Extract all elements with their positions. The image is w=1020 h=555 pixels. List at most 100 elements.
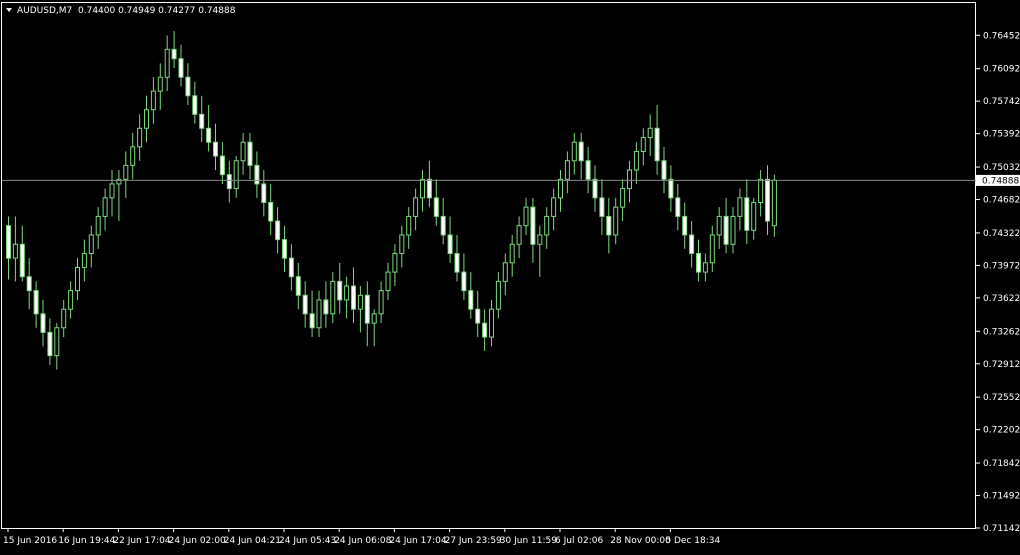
candle-body-68 <box>475 308 481 324</box>
candle-body-22 <box>157 76 163 92</box>
candle-body-28 <box>199 113 205 129</box>
candle-body-76 <box>530 206 536 245</box>
candle-body-32 <box>226 174 232 190</box>
candle-body-23 <box>164 48 170 78</box>
candle-body-47 <box>330 280 336 315</box>
candle-body-80 <box>558 178 563 199</box>
candle-body-17 <box>123 164 129 180</box>
candle-body-11 <box>81 253 87 268</box>
y-tick-label-13: 0.71842 <box>983 459 1020 469</box>
x-tick-label-4: 24 Jun 04:21 <box>224 536 281 546</box>
candle-body-75 <box>523 206 529 227</box>
candle-body-4 <box>33 290 39 315</box>
current-price-tag: 0.74888 <box>976 174 1020 186</box>
y-tick-label-11: 0.72552 <box>983 393 1020 403</box>
candle-body-54 <box>378 290 384 315</box>
candle-body-15 <box>109 183 115 199</box>
candle-body-53 <box>371 313 377 324</box>
x-tick-label-6: 24 Jun 06:08 <box>334 536 391 546</box>
candle-body-72 <box>502 262 508 282</box>
candle-body-61 <box>426 178 432 199</box>
candle-body-20 <box>144 109 149 129</box>
candle-body-102 <box>709 234 715 264</box>
candlestick-chart[interactable]: 0.76452 0.76092 0.75742 0.75392 0.75032 0.746… <box>0 0 1020 551</box>
candle-body-96 <box>668 178 674 199</box>
candle-body-27 <box>192 95 198 115</box>
candle-body-12 <box>88 234 94 255</box>
chart-window: 0.76452 0.76092 0.75742 0.75392 0.75032 0.746… <box>0 0 1020 551</box>
candle-body-43 <box>302 294 308 315</box>
y-tick-label-14: 0.71492 <box>983 492 1020 502</box>
candle-body-1 <box>12 243 18 259</box>
candle-body-13 <box>95 215 101 236</box>
candle-body-92 <box>640 137 646 152</box>
candle-body-33 <box>233 160 239 190</box>
x-tick-label-7: 24 Jun 17:04 <box>389 536 446 546</box>
x-tick-label-12: 5 Dec 18:34 <box>665 536 720 546</box>
y-tick-label-9: 0.73262 <box>983 327 1020 337</box>
candle-body-0 <box>6 225 11 259</box>
candle-body-104 <box>723 215 729 245</box>
x-tick-label-2: 22 Jun 17:04 <box>113 536 170 546</box>
y-tick-label-6: 0.74322 <box>983 229 1020 239</box>
header-group: AUDUSD,M7 0.74400 0.74949 0.74277 0.7488… <box>6 6 236 16</box>
candle-body-99 <box>689 234 695 255</box>
candle-body-35 <box>247 141 253 166</box>
candle-body-70 <box>489 308 494 338</box>
candle-body-34 <box>240 141 246 162</box>
candle-body-101 <box>702 262 708 273</box>
x-tick-label-3: 24 Jun 02:00 <box>169 536 226 546</box>
ohlc-values: 0.74400 0.74949 0.74277 0.74888 <box>78 6 236 16</box>
candle-body-30 <box>213 141 218 157</box>
candle-body-84 <box>585 160 591 180</box>
y-tick-label-2: 0.75742 <box>983 97 1020 107</box>
candle-body-66 <box>461 271 467 292</box>
candle-body-42 <box>295 276 301 296</box>
candle-body-9 <box>68 290 74 310</box>
candle-body-89 <box>620 188 626 208</box>
candle-body-87 <box>606 215 612 236</box>
candle-body-52 <box>364 294 370 324</box>
candle-body-58 <box>406 215 412 236</box>
candle-body-44 <box>309 313 315 329</box>
candle-body-60 <box>420 178 425 199</box>
candle-body-8 <box>61 308 67 329</box>
candle-body-36 <box>254 164 260 185</box>
candle-body-39 <box>275 220 281 241</box>
candle-body-63 <box>440 215 446 236</box>
candle-body-67 <box>468 290 474 310</box>
candle-body-14 <box>102 197 108 217</box>
candle-body-65 <box>454 253 460 273</box>
candle-body-29 <box>206 127 212 143</box>
candle-body-88 <box>613 206 619 236</box>
x-tick-label-9: 30 Jun 11:59 <box>500 536 557 546</box>
candle-body-82 <box>571 141 577 162</box>
candle-body-74 <box>516 225 522 245</box>
candle-body-10 <box>75 266 80 292</box>
candle-body-21 <box>150 90 156 111</box>
candle-body-78 <box>544 215 550 236</box>
y-tick-label-0: 0.76452 <box>983 31 1020 41</box>
candle-body-48 <box>337 280 343 301</box>
candle-body-40 <box>282 239 287 259</box>
y-tick-label-15: 0.71142 <box>983 524 1020 534</box>
candle-body-46 <box>323 299 329 315</box>
x-tick-label-8: 27 Jun 23:59 <box>445 536 502 546</box>
candle-body-49 <box>344 285 350 301</box>
candle-body-86 <box>599 197 605 217</box>
candle-body-62 <box>433 197 439 217</box>
candle-body-81 <box>564 160 570 180</box>
candle-body-31 <box>219 155 225 176</box>
candle-body-71 <box>495 280 501 310</box>
candle-body-56 <box>392 253 398 273</box>
y-tick-label-10: 0.72912 <box>983 360 1020 370</box>
candle-body-6 <box>47 331 53 357</box>
candle-body-26 <box>185 76 191 97</box>
candle-body-55 <box>385 271 391 292</box>
y-tick-label-12: 0.72202 <box>983 426 1020 436</box>
x-tick-label-1: 16 Jun 19:44 <box>58 536 115 546</box>
y-tick-label-5: 0.74682 <box>983 196 1020 206</box>
candle-body-83 <box>578 141 584 162</box>
x-tick-label-5: 24 Jun 05:43 <box>279 536 336 546</box>
x-tick-label-10: 6 Jul 02:06 <box>555 536 604 546</box>
